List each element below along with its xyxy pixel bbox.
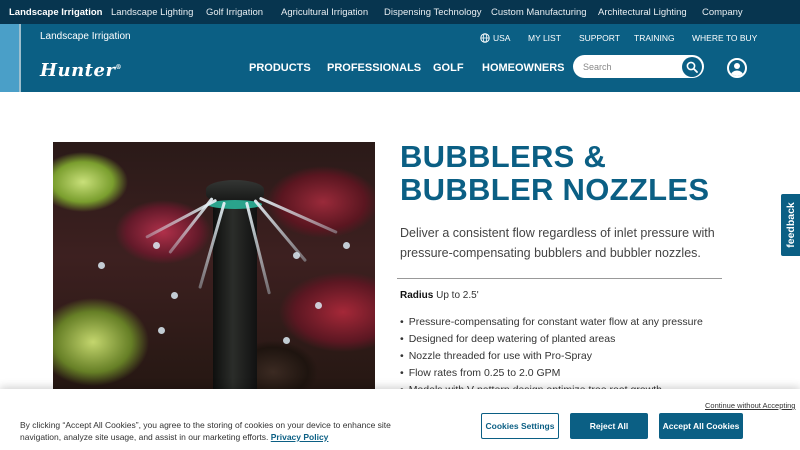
hunter-logo[interactable]: Hunter®	[40, 60, 122, 81]
account-button[interactable]	[727, 58, 747, 78]
feature-list: Pressure-compensating for constant water…	[400, 315, 703, 400]
cookie-text: By clicking “Accept All Cookies”, you ag…	[20, 420, 391, 442]
spec-radius: Radius Up to 2.5'	[400, 290, 479, 301]
water-droplet	[283, 337, 290, 344]
brand-link-landscape-irrigation[interactable]: Landscape Irrigation	[9, 7, 102, 18]
brand-link-golf-irrigation[interactable]: Golf Irrigation	[206, 7, 263, 18]
product-description: Deliver a consistent flow regardless of …	[400, 226, 715, 260]
nav-homeowners[interactable]: HOMEOWNERS	[482, 62, 565, 74]
privacy-policy-link[interactable]: Privacy Policy	[271, 432, 329, 442]
header-subtitle: Landscape Irrigation	[40, 31, 131, 42]
nav-professionals[interactable]: PROFESSIONALS	[327, 62, 421, 74]
page-title: BUBBLERS & BUBBLER NOZZLES	[400, 140, 770, 206]
training-link[interactable]: TRAINING	[634, 33, 675, 43]
reject-all-button[interactable]: Reject All	[570, 413, 648, 439]
cookie-notice: By clicking “Accept All Cookies”, you ag…	[20, 419, 430, 443]
divider	[397, 278, 722, 279]
cookie-banner: Continue without Accepting By clicking “…	[0, 389, 800, 450]
site-header: Landscape Irrigation Hunter® USA MY LIST…	[0, 24, 800, 92]
header-accent-divider	[19, 24, 21, 92]
water-droplet	[343, 242, 350, 249]
region-selector[interactable]: USA	[480, 33, 510, 43]
list-item: Pressure-compensating for constant water…	[400, 315, 703, 332]
list-item: Flow rates from 0.25 to 2.0 GPM	[400, 366, 703, 383]
brand-link-company[interactable]: Company	[702, 7, 743, 18]
region-label: USA	[493, 33, 511, 43]
water-droplet	[315, 302, 322, 309]
water-droplet	[153, 242, 160, 249]
search-input[interactable]	[583, 60, 678, 73]
spec-label: Radius	[400, 290, 434, 301]
brand-link-landscape-lighting[interactable]: Landscape Lighting	[111, 7, 193, 18]
water-droplet	[98, 262, 105, 269]
brand-link-architectural-lighting[interactable]: Architectural Lighting	[598, 7, 687, 18]
title-line-2: BUBBLER NOZZLES	[400, 172, 710, 207]
nav-golf[interactable]: GOLF	[433, 62, 464, 74]
water-droplet	[158, 327, 165, 334]
brand-link-custom-manufacturing[interactable]: Custom Manufacturing	[491, 7, 587, 18]
nav-products[interactable]: PRODUCTS	[249, 62, 311, 74]
header-accent-stripe	[0, 24, 19, 92]
product-image	[53, 142, 375, 397]
title-line-1: BUBBLERS &	[400, 139, 607, 174]
accept-all-cookies-button[interactable]: Accept All Cookies	[659, 413, 743, 439]
list-item: Designed for deep watering of planted ar…	[400, 332, 703, 349]
water-jet	[258, 196, 338, 234]
user-icon	[731, 63, 743, 76]
feedback-label: feedback	[784, 202, 797, 248]
water-jet	[145, 198, 218, 239]
water-droplet	[171, 292, 178, 299]
brand-link-agricultural-irrigation[interactable]: Agricultural Irrigation	[281, 7, 368, 18]
cookies-settings-button[interactable]: Cookies Settings	[481, 413, 559, 439]
my-list-link[interactable]: MY LIST	[528, 33, 561, 43]
support-link[interactable]: SUPPORT	[579, 33, 620, 43]
continue-without-accepting-link[interactable]: Continue without Accepting	[705, 401, 795, 410]
search-icon	[686, 61, 698, 73]
logo-text: Hunter	[40, 60, 116, 81]
spec-value: Up to 2.5'	[436, 290, 479, 301]
feedback-tab[interactable]: feedback	[780, 193, 800, 257]
water-droplet	[293, 252, 300, 259]
globe-icon	[480, 33, 490, 43]
registered-mark: ®	[115, 64, 122, 71]
where-to-buy-link[interactable]: WHERE TO BUY	[692, 33, 757, 43]
list-item: Nozzle threaded for use with Pro-Spray	[400, 349, 703, 366]
brand-link-dispensing-technology[interactable]: Dispensing Technology	[384, 7, 482, 18]
search-button[interactable]	[682, 57, 702, 77]
brand-bar: Landscape Irrigation Landscape Lighting …	[0, 0, 800, 24]
